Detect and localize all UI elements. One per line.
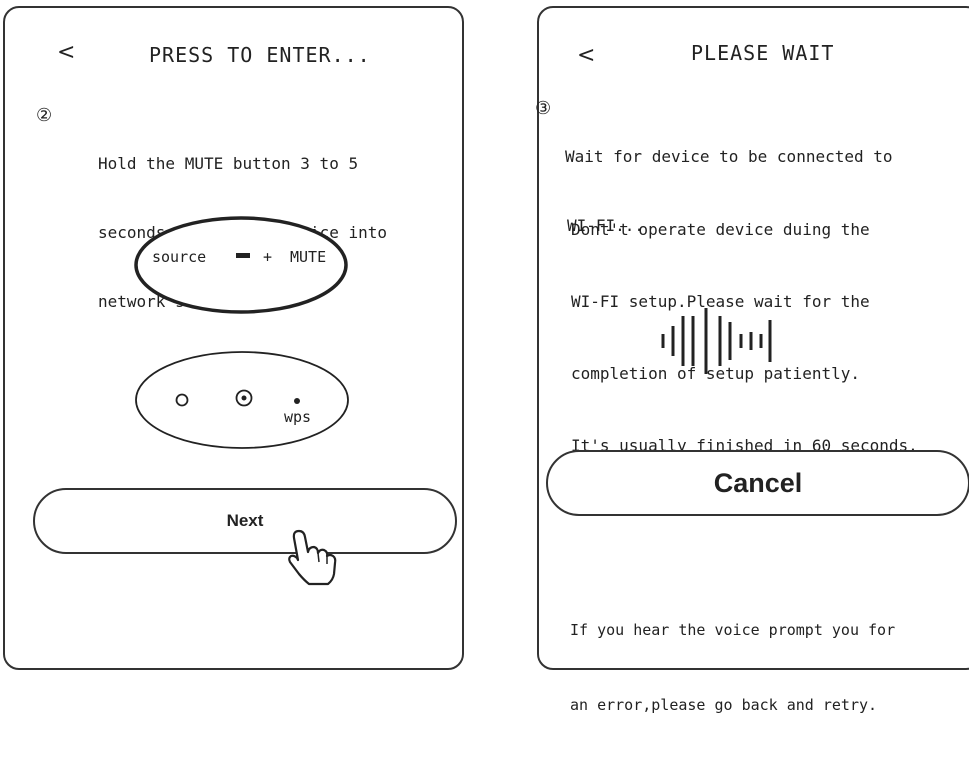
cancel-button[interactable]: Cancel bbox=[546, 450, 969, 516]
page-title: PRESS TO ENTER... bbox=[149, 43, 371, 67]
wps-label: wps bbox=[284, 408, 311, 426]
sound-wave-icon bbox=[661, 308, 772, 374]
step-line: Hold the MUTE button 3 to 5 bbox=[98, 154, 359, 173]
plus-label: + bbox=[263, 248, 272, 266]
cancel-button-label: Cancel bbox=[713, 467, 803, 498]
source-label: source bbox=[152, 248, 206, 266]
footer-note: If you hear the voice prompt you for an … bbox=[570, 568, 895, 768]
next-button[interactable]: Next bbox=[33, 488, 457, 554]
footer-line: If you hear the voice prompt you for bbox=[570, 621, 896, 639]
hand-pointer-icon bbox=[288, 529, 337, 586]
step-line: Wait for device to be connected to bbox=[565, 147, 893, 166]
minus-icon bbox=[236, 253, 250, 258]
led-indicator-icon: wps bbox=[135, 351, 349, 449]
info-line: Dont't operate device duing the bbox=[571, 220, 870, 239]
step-number: ② bbox=[36, 105, 53, 126]
next-button-label: Next bbox=[226, 511, 264, 530]
right-phone-screen: < PLEASE WAIT ③ Wait for device to be co… bbox=[535, 6, 969, 714]
footer-line: an error,please go back and retry. bbox=[570, 696, 878, 714]
step-number: ③ bbox=[535, 98, 552, 119]
remote-button-icon: source + MUTE bbox=[134, 216, 348, 314]
page-title: PLEASE WAIT bbox=[691, 41, 835, 65]
mute-label: MUTE bbox=[290, 248, 326, 266]
left-phone-screen: < PRESS TO ENTER... ② Hold the MUTE butt… bbox=[3, 6, 464, 670]
back-button[interactable]: < bbox=[577, 43, 595, 68]
back-button[interactable]: < bbox=[57, 40, 75, 65]
